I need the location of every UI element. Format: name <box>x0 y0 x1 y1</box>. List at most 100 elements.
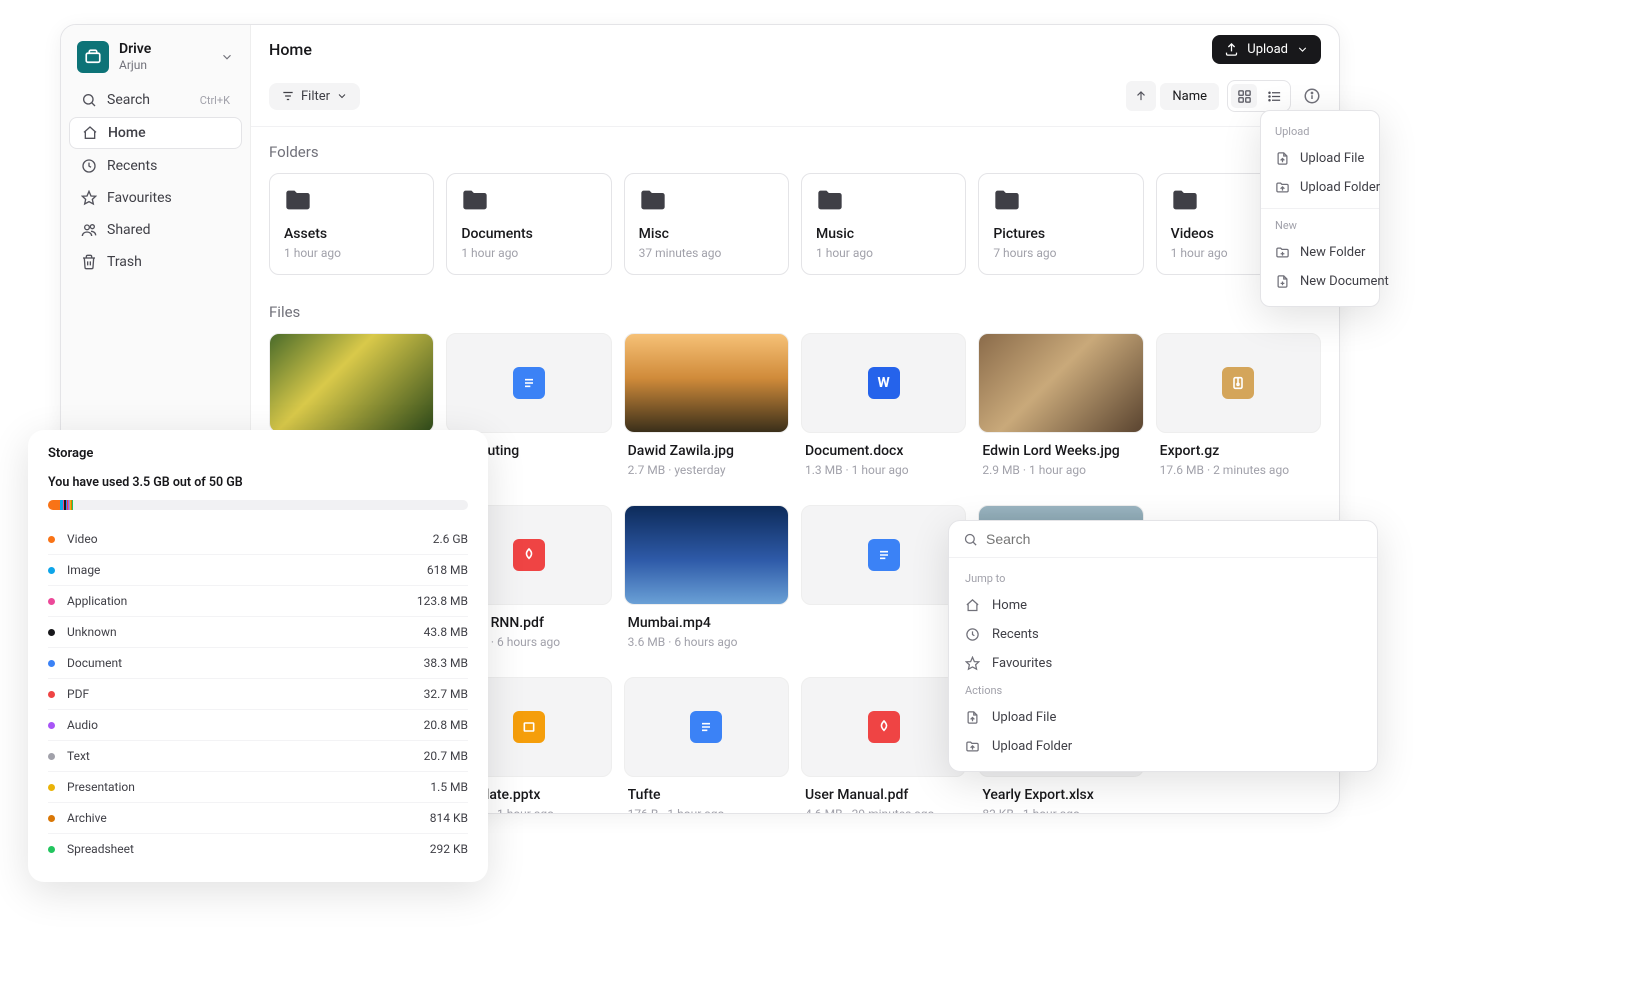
file-name: Mumbai.mp4 <box>628 615 785 631</box>
storage-dot <box>48 660 55 667</box>
menu-upload-file[interactable]: Upload File <box>1261 144 1379 173</box>
storage-type: Unknown <box>67 625 424 639</box>
view-toggle <box>1227 80 1291 112</box>
file-card[interactable] <box>801 505 966 665</box>
storage-value: 123.8 MB <box>417 594 468 608</box>
users-icon <box>81 222 97 238</box>
folder-name: Documents <box>461 226 596 242</box>
file-name: Document.docx <box>805 443 962 459</box>
file-thumb <box>801 677 966 777</box>
search-item-home[interactable]: Home <box>949 591 1377 620</box>
search-item-recents[interactable]: Recents <box>949 620 1377 649</box>
sidebar-search-shortcut: Ctrl+K <box>200 94 230 107</box>
search-item-label: Favourites <box>992 656 1052 671</box>
menu-new-folder[interactable]: New Folder <box>1261 238 1379 267</box>
sort-field-button[interactable]: Name <box>1160 83 1219 110</box>
menu-upload-folder[interactable]: Upload Folder <box>1261 173 1379 202</box>
file-thumb <box>801 505 966 605</box>
list-view-button[interactable] <box>1261 84 1287 108</box>
storage-summary: You have used 3.5 GB out of 50 GB <box>48 475 468 490</box>
storage-type: PDF <box>67 687 424 701</box>
folder-card[interactable]: Pictures 7 hours ago <box>978 173 1143 275</box>
info-button[interactable] <box>1303 87 1321 105</box>
folder-name: Music <box>816 226 951 242</box>
folder-icon <box>1171 188 1199 212</box>
file-card[interactable]: W Document.docx 1.3 MB · 1 hour ago <box>801 333 966 493</box>
folder-plus-icon <box>1275 245 1290 260</box>
sidebar-item-home[interactable]: Home <box>69 117 242 149</box>
upload-menu: Upload Upload File Upload Folder New New… <box>1260 110 1380 307</box>
drive-logo-icon <box>77 41 109 73</box>
storage-type: Text <box>67 749 424 763</box>
file-meta: 176 B · 1 hour ago <box>628 807 785 813</box>
sidebar-item-trash[interactable]: Trash <box>69 247 242 277</box>
search-item-upload-file[interactable]: Upload File <box>949 703 1377 732</box>
storage-value: 1.5 MB <box>430 780 468 794</box>
file-card[interactable]: User Manual.pdf 4.6 MB · 39 minutes ago <box>801 677 966 813</box>
upload-button[interactable]: Upload <box>1212 35 1321 64</box>
storage-value: 43.8 MB <box>424 625 468 639</box>
menu-new-document[interactable]: New Document <box>1261 267 1379 296</box>
folder-card[interactable]: Assets 1 hour ago <box>269 173 434 275</box>
files-section-label: Files <box>269 303 1321 321</box>
storage-type: Presentation <box>67 780 430 794</box>
folder-up-icon <box>1275 180 1290 195</box>
folder-card[interactable]: Misc 37 minutes ago <box>624 173 789 275</box>
file-meta: 3.6 MB · 6 hours ago <box>628 635 785 649</box>
file-up-icon <box>1275 151 1290 166</box>
grid-view-button[interactable] <box>1231 84 1257 108</box>
sidebar-item-label: Home <box>108 125 146 141</box>
sidebar-item-favourites[interactable]: Favourites <box>69 183 242 213</box>
search-palette: Jump to Home Recents Favourites Actions … <box>948 520 1378 772</box>
folder-icon <box>284 188 312 212</box>
storage-list: Video 2.6 GB Image 618 MB Application 12… <box>48 524 468 864</box>
chevron-down-icon <box>220 50 234 64</box>
storage-panel: Storage You have used 3.5 GB out of 50 G… <box>28 430 488 882</box>
folder-meta: 37 minutes ago <box>639 246 774 260</box>
storage-segment <box>72 500 73 510</box>
search-item-favourites[interactable]: Favourites <box>949 649 1377 678</box>
sidebar-item-recents[interactable]: Recents <box>69 151 242 181</box>
file-card[interactable]: Tufte 176 B · 1 hour ago <box>624 677 789 813</box>
topbar: Home Upload <box>251 25 1339 74</box>
file-thumb <box>624 505 789 605</box>
storage-title: Storage <box>48 446 468 461</box>
file-thumb <box>624 677 789 777</box>
folder-up-icon <box>965 739 980 754</box>
upload-icon <box>1224 42 1239 57</box>
folder-card[interactable]: Documents 1 hour ago <box>446 173 611 275</box>
sidebar-item-label: Recents <box>107 158 157 174</box>
storage-dot <box>48 629 55 636</box>
upload-menu-section-new: New <box>1261 215 1379 238</box>
sort-direction-button[interactable] <box>1126 81 1156 111</box>
folder-icon <box>993 188 1021 212</box>
file-name: Export.gz <box>1160 443 1317 459</box>
storage-value: 814 KB <box>430 811 468 825</box>
folder-icon <box>816 188 844 212</box>
file-card[interactable]: Edwin Lord Weeks.jpg 2.9 MB · 1 hour ago <box>978 333 1143 493</box>
file-card[interactable]: Dawid Zawila.jpg 2.7 MB · yesterday <box>624 333 789 493</box>
folder-meta: 1 hour ago <box>816 246 951 260</box>
storage-row: PDF 32.7 MB <box>48 679 468 710</box>
folder-card[interactable]: Music 1 hour ago <box>801 173 966 275</box>
search-item-upload-folder[interactable]: Upload Folder <box>949 732 1377 761</box>
search-icon <box>963 532 978 547</box>
storage-type: Video <box>67 532 433 546</box>
sidebar-item-shared[interactable]: Shared <box>69 215 242 245</box>
storage-type: Application <box>67 594 417 608</box>
storage-bar <box>48 500 468 510</box>
menu-item-label: Upload File <box>1300 151 1364 166</box>
folder-name: Pictures <box>993 226 1128 242</box>
file-card[interactable]: Export.gz 17.6 MB · 2 minutes ago <box>1156 333 1321 493</box>
storage-dot <box>48 753 55 760</box>
file-card[interactable]: Mumbai.mp4 3.6 MB · 6 hours ago <box>624 505 789 665</box>
storage-type: Image <box>67 563 427 577</box>
folder-meta: 1 hour ago <box>461 246 596 260</box>
storage-dot <box>48 567 55 574</box>
drive-selector[interactable]: Drive Arjun <box>69 35 242 83</box>
folder-meta: 7 hours ago <box>993 246 1128 260</box>
search-input[interactable] <box>986 531 1363 547</box>
filter-button[interactable]: Filter <box>269 83 360 110</box>
sidebar-search[interactable]: Search Ctrl+K <box>69 85 242 115</box>
storage-row: Image 618 MB <box>48 555 468 586</box>
